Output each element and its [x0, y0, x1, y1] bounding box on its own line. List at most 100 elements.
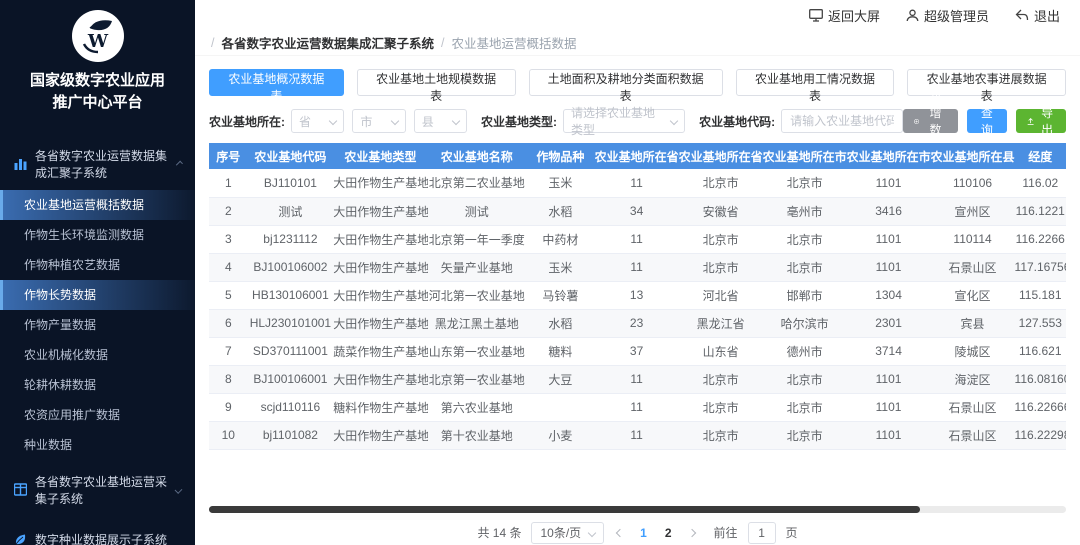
- table-cell: 1101: [847, 393, 931, 421]
- base-code-input[interactable]: [781, 109, 903, 133]
- table-cell: bj1231112: [248, 225, 334, 253]
- table-cell: 6: [209, 309, 248, 337]
- upload-icon: [1027, 116, 1034, 127]
- breadcrumb-current: 农业基地运营概括数据: [451, 33, 576, 52]
- table-cell: 宾县: [931, 309, 1015, 337]
- table-cell: 北京市: [679, 393, 763, 421]
- table-header-cell: 经度: [1015, 143, 1066, 169]
- breadcrumb-parent[interactable]: 各省数字农业运营数据集成汇聚子系统: [221, 33, 434, 52]
- table-header-cell: 农业基地所在县名称: [931, 143, 1015, 169]
- table-cell: 宣化区: [931, 281, 1015, 309]
- table-cell: 2: [209, 197, 248, 225]
- table-cell: 1101: [847, 169, 931, 197]
- table-row[interactable]: 2测试大田作物生产基地测试水稻34安徽省亳州市3416宣州区116.1221: [209, 197, 1066, 225]
- page-size-select[interactable]: 10条/页: [531, 522, 604, 544]
- table-cell: 37: [595, 337, 679, 365]
- table-cell: 8: [209, 365, 248, 393]
- table-row[interactable]: 5HB130106001大田作物生产基地河北第一农业基地马铃薯13河北省邯郸市1…: [209, 281, 1066, 309]
- table-cell: SD370111001: [248, 337, 334, 365]
- sidebar-item[interactable]: 作物产量数据: [0, 310, 195, 340]
- tab-button[interactable]: 农业基地用工情况数据表: [736, 69, 895, 96]
- table-cell: 北京市: [763, 253, 847, 281]
- table-cell: 11: [595, 365, 679, 393]
- table-cell: 北京市: [763, 421, 847, 449]
- table-cell: 德州市: [763, 337, 847, 365]
- table-cell: 大田作物生产基地: [333, 281, 427, 309]
- table-cell: 1101: [847, 365, 931, 393]
- sidebar-section-seed-display[interactable]: 数字种业数据展示子系统: [0, 522, 195, 545]
- table-row[interactable]: 6HLJ230101001大田作物生产基地黑龙江黑土基地水稻23黑龙江省哈尔滨市…: [209, 309, 1066, 337]
- table-cell: 1: [209, 169, 248, 197]
- table-row[interactable]: 8BJ100106001大田作物生产基地北京第一农业基地大豆11北京市北京市11…: [209, 365, 1066, 393]
- sidebar-section-collection-system[interactable]: 各省数字农业基地运营采集子系统: [0, 464, 195, 516]
- table-row[interactable]: 1BJ110101大田作物生产基地北京第二农业基地玉米11北京市北京市11011…: [209, 169, 1066, 197]
- tab-button[interactable]: 土地面积及耕地分类面积数据表: [529, 69, 723, 96]
- chevron-down-icon: [670, 117, 678, 125]
- sidebar-item[interactable]: 农资应用推广数据: [0, 400, 195, 430]
- sidebar-section-operation-data[interactable]: 各省数字农业运营数据集成汇聚子系统: [0, 138, 195, 190]
- add-data-button[interactable]: 新增数据: [903, 109, 958, 133]
- table-header-cell: 农业基地所在市名称: [763, 143, 847, 169]
- table-cell: 黑龙江黑土基地: [428, 309, 527, 337]
- table-cell: scjd110116: [248, 393, 334, 421]
- sidebar-item[interactable]: 农业机械化数据: [0, 340, 195, 370]
- table-cell: 宣州区: [931, 197, 1015, 225]
- page-suffix-label: 页: [786, 524, 798, 541]
- sidebar-item[interactable]: 作物生长环境监测数据: [0, 220, 195, 250]
- goto-page-input[interactable]: [748, 522, 776, 544]
- table-cell: 北京市: [763, 225, 847, 253]
- prev-page-button[interactable]: [614, 530, 626, 536]
- table-cell: 大田作物生产基地: [333, 253, 427, 281]
- city-select[interactable]: 市: [352, 109, 405, 133]
- sidebar-item[interactable]: 农业基地运营概括数据: [0, 190, 195, 220]
- next-page-button[interactable]: [686, 530, 698, 536]
- table-cell: 34: [595, 197, 679, 225]
- table-cell: 9: [209, 393, 248, 421]
- chevron-down-icon: [329, 117, 337, 125]
- page-number-button[interactable]: 1: [636, 526, 651, 540]
- table-cell: 3416: [847, 197, 931, 225]
- scrollbar-thumb[interactable]: [209, 506, 920, 513]
- table-cell: 2301: [847, 309, 931, 337]
- table-row[interactable]: 10bj1101082大田作物生产基地第十农业基地小麦11北京市北京市1101石…: [209, 421, 1066, 449]
- table-cell: 大田作物生产基地: [333, 225, 427, 253]
- page-numbers: 12: [636, 526, 675, 540]
- page-number-button[interactable]: 2: [661, 526, 676, 540]
- base-type-select[interactable]: 请选择农业基地类型: [563, 109, 685, 133]
- table-cell: 大田作物生产基地: [333, 169, 427, 197]
- sidebar-item[interactable]: 种业数据: [0, 430, 195, 460]
- logout-button[interactable]: 退出: [1015, 6, 1060, 25]
- province-select[interactable]: 省: [291, 109, 344, 133]
- export-button[interactable]: 导出: [1016, 109, 1066, 133]
- svg-text:W: W: [86, 31, 108, 52]
- table-cell: 23: [595, 309, 679, 337]
- table-cell: 安徽省: [679, 197, 763, 225]
- table-cell: 矢量产业基地: [428, 253, 527, 281]
- breadcrumb-separator: /: [211, 36, 214, 50]
- table-row[interactable]: 7SD370111001蔬菜作物生产基地山东第一农业基地糖料37山东省德州市37…: [209, 337, 1066, 365]
- horizontal-scrollbar[interactable]: [209, 506, 1066, 513]
- table-cell: 127.553: [1015, 309, 1066, 337]
- current-user[interactable]: 超级管理员: [906, 6, 989, 25]
- content: 农业基地概况数据表农业基地土地规模数据表土地面积及耕地分类面积数据表农业基地用工…: [195, 56, 1080, 545]
- sidebar-item[interactable]: 轮耕休耕数据: [0, 370, 195, 400]
- table-cell: 10: [209, 421, 248, 449]
- table-cell: 河北第一农业基地: [428, 281, 527, 309]
- county-select[interactable]: 县: [414, 109, 467, 133]
- table-row[interactable]: 4BJ100106002大田作物生产基地矢量产业基地玉米11北京市北京市1101…: [209, 253, 1066, 281]
- table-cell: 北京市: [763, 393, 847, 421]
- query-button[interactable]: 查询: [967, 109, 1007, 133]
- table-row[interactable]: 9scjd110116糖料作物生产基地第六农业基地11北京市北京市1101石景山…: [209, 393, 1066, 421]
- table-header-cell: 农业基地所在省名称: [679, 143, 763, 169]
- sidebar-item[interactable]: 作物种植农艺数据: [0, 250, 195, 280]
- table-header-cell: 农业基地名称: [428, 143, 527, 169]
- table-row[interactable]: 3bj1231112大田作物生产基地北京第一年一季度中药材11北京市北京市110…: [209, 225, 1066, 253]
- table-cell: 5: [209, 281, 248, 309]
- tab-button[interactable]: 农业基地土地规模数据表: [357, 69, 516, 96]
- sidebar-item[interactable]: 作物长势数据: [0, 280, 195, 310]
- back-to-dashboard-button[interactable]: 返回大屏: [809, 6, 880, 25]
- chevron-down-icon: [390, 117, 398, 125]
- table-header-cell: 序号: [209, 143, 248, 169]
- table-cell: 1101: [847, 421, 931, 449]
- tab-button[interactable]: 农业基地概况数据表: [209, 69, 344, 96]
